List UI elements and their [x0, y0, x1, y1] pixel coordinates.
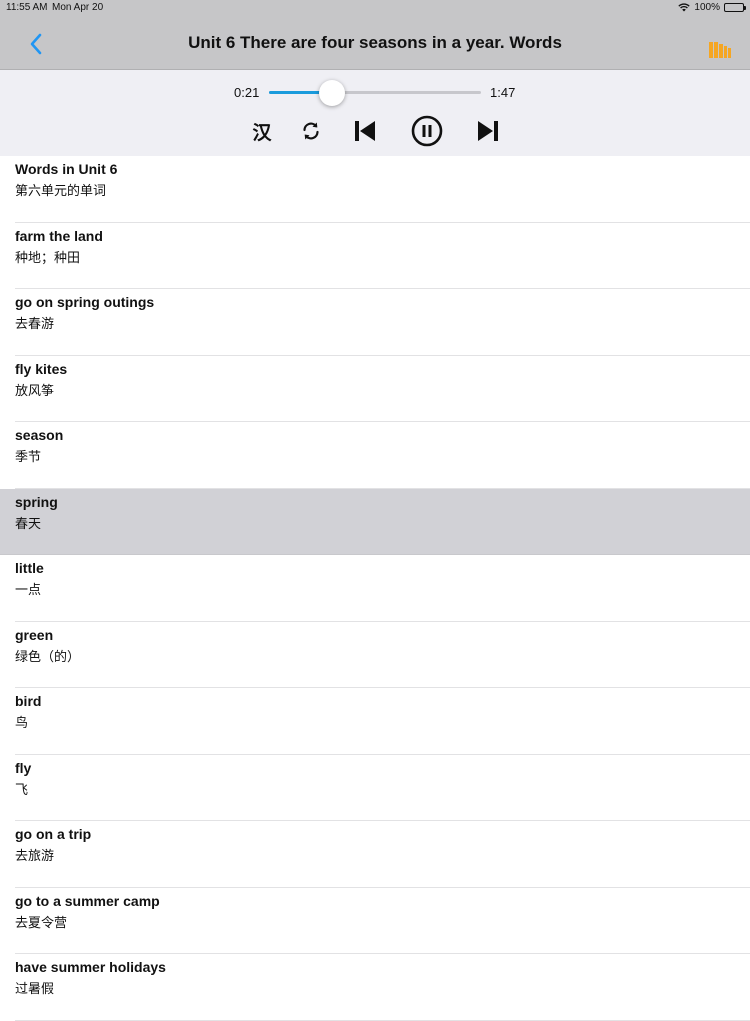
word-row[interactable]: go on a trip 去旅游: [0, 821, 750, 888]
total-time: 1:47: [490, 85, 516, 100]
page-title: Unit 6 There are four seasons in a year.…: [188, 33, 562, 52]
skip-next-icon: [478, 121, 498, 141]
word-english: bird: [15, 693, 42, 709]
word-english: go to a summer camp: [15, 892, 160, 909]
word-chinese: 鸟: [15, 715, 29, 730]
word-row[interactable]: bird 鸟: [0, 688, 750, 755]
skip-previous-icon: [355, 121, 375, 141]
word-english: spring: [15, 493, 58, 510]
word-chinese: 季节: [15, 449, 42, 464]
status-date: Mon Apr 20: [52, 2, 104, 13]
word-row[interactable]: go on spring outings 去春游: [0, 289, 750, 356]
chinese-toggle-button[interactable]: 汉: [248, 114, 276, 148]
row-separator: [15, 1019, 750, 1021]
word-english: green: [15, 626, 54, 643]
word-row[interactable]: green 绿色（的）: [0, 621, 750, 688]
word-english: farm the land: [15, 227, 103, 244]
word-row[interactable]: spring 春天: [0, 488, 750, 555]
audio-player: 0:21 1:47 汉: [0, 70, 750, 156]
word-row[interactable]: have summer holidays 过暑假: [0, 954, 750, 1021]
word-row[interactable]: Words in Unit 6 第六单元的单词: [0, 156, 750, 223]
word-chinese: 春天: [15, 515, 42, 531]
pause-button[interactable]: [409, 114, 445, 148]
word-english: season: [15, 427, 64, 443]
word-english: little: [15, 560, 44, 576]
word-english: go on a trip: [15, 826, 92, 842]
back-button[interactable]: [24, 30, 48, 58]
battery-percent: 100%: [694, 2, 720, 13]
navigation-bar: Unit 6 There are four seasons in a year.…: [0, 16, 750, 70]
word-chinese: 去春游: [15, 316, 55, 331]
pause-icon: [411, 115, 443, 147]
word-list: Words in Unit 6 第六单元的单词 farm the land 种地；种田…: [0, 156, 750, 1021]
word-row[interactable]: little 一点: [0, 555, 750, 622]
word-row[interactable]: farm the land 种地；种田: [0, 222, 750, 289]
library-button[interactable]: [708, 38, 732, 58]
word-chinese: 种地；种田: [15, 249, 81, 265]
word-chinese: 放风筝: [15, 382, 55, 398]
word-chinese: 去夏令营: [15, 914, 68, 930]
wifi-icon: [678, 3, 691, 12]
next-button[interactable]: [474, 114, 502, 148]
word-row[interactable]: fly kites 放风筝: [0, 355, 750, 422]
books-icon: [709, 42, 731, 58]
word-row[interactable]: fly 飞: [0, 754, 750, 821]
word-english: go on spring outings: [15, 294, 155, 310]
status-right: 100%: [678, 2, 746, 13]
word-chinese: 过暑假: [15, 981, 55, 996]
word-chinese: 飞: [15, 781, 29, 797]
word-row[interactable]: go to a summer camp 去夏令营: [0, 887, 750, 954]
status-time: 11:55 AM: [6, 2, 48, 13]
word-chinese: 去旅游: [15, 848, 55, 863]
status-bar: 11:55 AM Mon Apr 20 100%: [0, 0, 750, 16]
chevron-left-icon: [30, 33, 42, 55]
repeat-icon: [303, 122, 319, 140]
word-chinese: 绿色（的）: [15, 648, 81, 664]
progress-slider[interactable]: [269, 91, 481, 94]
word-row[interactable]: season 季节: [0, 422, 750, 489]
previous-button[interactable]: [351, 114, 379, 148]
word-chinese: 第六单元的单词: [15, 183, 107, 198]
progress-thumb[interactable]: [319, 80, 346, 106]
current-time: 0:21: [234, 85, 260, 100]
word-chinese: 一点: [15, 582, 42, 597]
word-english: fly kites: [15, 360, 68, 377]
battery-icon: [724, 3, 746, 12]
word-english: fly: [15, 759, 32, 776]
word-english: have summer holidays: [15, 959, 166, 975]
word-english: Words in Unit 6: [15, 161, 118, 177]
repeat-button[interactable]: [298, 114, 324, 148]
